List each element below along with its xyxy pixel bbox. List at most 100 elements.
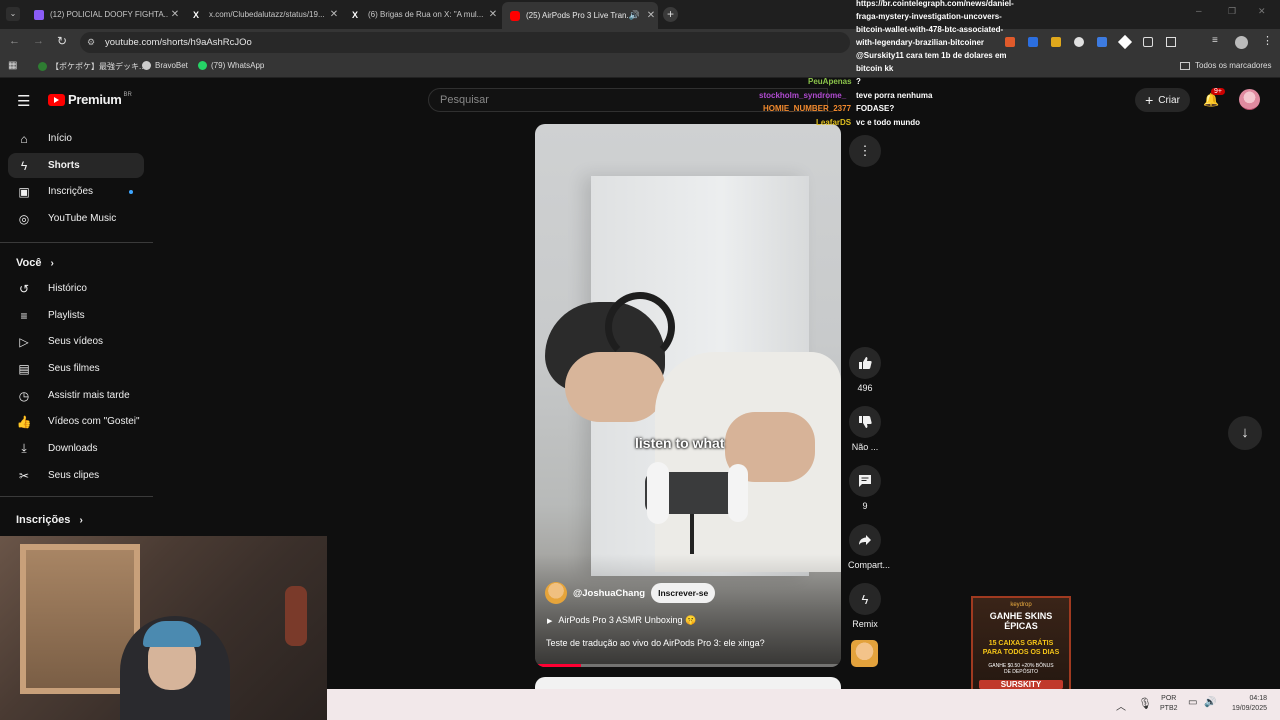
sidebar-item-seus-videos[interactable]: ▷ Seus vídeos	[8, 329, 144, 354]
plus-icon: +	[1145, 92, 1154, 108]
network-icon[interactable]: ▭	[1188, 697, 1197, 708]
puzzle-icon[interactable]	[1166, 37, 1176, 47]
sidebar-item-youtube-music[interactable]: ◎ YouTube Music	[8, 206, 144, 231]
tab-search-button[interactable]: ⌄	[6, 7, 20, 21]
play-icon: ▶	[547, 617, 553, 625]
ad-headline: GANHE SKINS ÉPICAS	[989, 611, 1053, 631]
language-indicator[interactable]: POR PTB2	[1160, 694, 1178, 714]
maximize-button[interactable]: ❐	[1228, 6, 1242, 20]
all-bookmarks[interactable]: Todos os marcadores	[1180, 61, 1271, 70]
browser-toolbar: ← → ↻ ⚙ youtube.com/shorts/h9aAshRcJOo ≡…	[0, 29, 1280, 56]
sidebar-item-downloads[interactable]: ⤓ Downloads	[8, 436, 144, 461]
bookmark-icon	[38, 62, 47, 71]
sidebar-item-inicio[interactable]: ⌂ Início	[8, 126, 144, 151]
site-info-icon[interactable]: ⚙	[87, 32, 95, 53]
channel-name[interactable]: @JoshuaChang	[573, 588, 645, 599]
new-tab-button[interactable]: +	[663, 7, 678, 22]
menu-icon[interactable]: ⋮	[1262, 34, 1273, 47]
chat-message: https://br.cointelegraph.com/news/daniel…	[856, 0, 1014, 8]
speaker-icon[interactable]: 🔊	[629, 10, 640, 21]
download-icon: ⤓	[21, 441, 27, 455]
short-title[interactable]: Teste de tradução ao vivo do AirPods Pro…	[546, 638, 765, 648]
progress-bar[interactable]	[535, 664, 841, 667]
apps-icon[interactable]: ▦	[8, 60, 17, 71]
close-icon[interactable]: ✕	[327, 9, 341, 20]
tab-clubedalutazz[interactable]: X x.com/Clubedalutazz/status/19... ✕	[185, 4, 341, 25]
bookmark-icon	[142, 61, 151, 70]
close-icon[interactable]: ✕	[168, 9, 182, 20]
tab-airpods[interactable]: (25) AirPods Pro 3 Live Tran... 🔊 ✕	[502, 2, 658, 29]
webcam-background-person	[285, 586, 307, 646]
sidebar-item-historico[interactable]: ↺ Histórico	[8, 276, 144, 301]
microphone-icon[interactable]: 🎙	[1138, 697, 1152, 710]
remix-icon[interactable]: ϟ	[849, 583, 881, 615]
history-icon: ↺	[18, 281, 30, 296]
ad-offer: 15 CAIXAS GRÁTIS PARA TODOS OS DIAS	[982, 640, 1060, 656]
back-icon[interactable]: ←	[9, 35, 20, 47]
home-icon: ⌂	[20, 131, 28, 146]
bookmark-bravobet[interactable]: BravoBet	[142, 61, 188, 70]
minimize-button[interactable]: –	[1196, 6, 1210, 20]
scissors-icon: ✂	[18, 468, 30, 483]
sidebar-heading-inscricoes[interactable]: Inscrições ›	[16, 514, 83, 526]
subscribe-button[interactable]: Inscrever-se	[651, 583, 716, 603]
close-icon[interactable]: ✕	[486, 9, 500, 20]
short-video-player[interactable]: listen to what @JoshuaChang Inscrever-se…	[535, 124, 841, 667]
tab-policial[interactable]: (12) POLICIAL DOOFY FIGHTA... ✕	[26, 4, 182, 25]
playlist-row[interactable]: ▶ AirPods Pro 3 ASMR Unboxing 🤫	[547, 615, 696, 626]
extension-icon[interactable]	[1051, 37, 1061, 47]
extension-icon[interactable]	[1117, 34, 1133, 50]
profile-avatar[interactable]	[1235, 36, 1248, 49]
close-window-button[interactable]: ✕	[1258, 6, 1272, 20]
account-avatar[interactable]	[1239, 89, 1260, 110]
chat-message: bitcoin kk	[856, 64, 894, 73]
create-button[interactable]: + Criar	[1135, 88, 1190, 112]
extension-icon[interactable]	[1074, 37, 1084, 47]
notification-badge: 9+	[1211, 88, 1225, 95]
comments-action[interactable]: 9	[848, 465, 882, 511]
bookmark-whatsapp[interactable]: (79) WhatsApp	[198, 61, 264, 70]
clock-icon: ◷	[18, 388, 30, 403]
chevron-up-icon[interactable]: ︿	[1116, 698, 1126, 713]
sidebar-item-inscricoes[interactable]: ▣ Inscrições	[8, 179, 144, 204]
share-label: Compart...	[848, 560, 891, 570]
remix-action[interactable]: ϟ Remix	[848, 583, 882, 629]
bookmark-pokepoke[interactable]: 【ポケポケ】最強デッキ...	[38, 61, 146, 72]
chat-username: PeuApenas	[808, 77, 852, 86]
address-bar[interactable]: ⚙ youtube.com/shorts/h9aAshRcJOo	[80, 32, 850, 53]
close-icon[interactable]: ✕	[644, 10, 658, 21]
share-icon[interactable]	[849, 524, 881, 556]
reload-icon[interactable]: ↻	[57, 34, 67, 48]
reading-list-icon[interactable]: ≡	[1212, 35, 1218, 46]
forward-icon[interactable]: →	[33, 35, 44, 47]
hamburger-menu-icon[interactable]: ☰	[17, 92, 30, 110]
thumbs-down-icon[interactable]	[849, 406, 881, 438]
extension-icon[interactable]	[1097, 37, 1107, 47]
clock[interactable]: 04:18 19/09/2025	[1227, 694, 1267, 714]
more-options-button[interactable]: ⋮	[849, 135, 881, 167]
sidebar-item-seus-clipes[interactable]: ✂ Seus clipes	[8, 463, 144, 488]
sidebar-heading-voce[interactable]: Você ›	[16, 257, 54, 269]
like-action[interactable]: 496	[848, 347, 882, 393]
sidebar-item-shorts[interactable]: ϟ Shorts	[8, 153, 144, 178]
youtube-logo[interactable]: Premium BR	[48, 92, 132, 107]
sidebar-item-seus-filmes[interactable]: ▤ Seus filmes	[8, 356, 144, 381]
sidebar-item-playlists[interactable]: ≡ Playlists	[8, 303, 144, 328]
sidebar-item-assistir-mais-tarde[interactable]: ◷ Assistir mais tarde	[8, 383, 144, 408]
like-count: 496	[857, 383, 873, 393]
extension-icon[interactable]	[1143, 37, 1153, 47]
subscriptions-icon: ▣	[18, 184, 30, 199]
dislike-action[interactable]: Não ...	[848, 406, 882, 452]
notifications-button[interactable]: 🔔 9+	[1203, 88, 1225, 109]
comment-icon[interactable]	[849, 465, 881, 497]
sidebar-item-videos-gostei[interactable]: 👍 Vídeos com "Gostei"	[8, 409, 144, 434]
thumbs-up-icon[interactable]	[849, 347, 881, 379]
chevron-right-icon: ›	[79, 515, 83, 526]
channel-avatar[interactable]	[545, 582, 567, 604]
share-action[interactable]: Compart...	[848, 524, 890, 570]
volume-icon[interactable]: 🔊	[1204, 697, 1216, 708]
dislike-label: Não ...	[851, 442, 879, 452]
tab-brigas[interactable]: X (6) Brigas de Rua on X: "A mul... ✕	[344, 4, 500, 25]
next-short-button[interactable]: ↓	[1228, 416, 1262, 450]
sound-avatar[interactable]	[851, 640, 878, 667]
